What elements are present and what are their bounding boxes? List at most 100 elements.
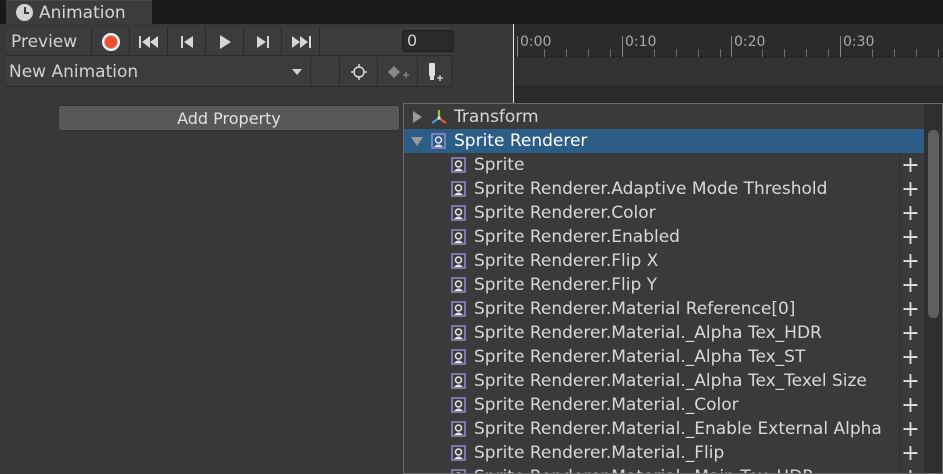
property-item-label: Sprite Renderer.Color — [474, 203, 656, 223]
property-item-label: Sprite Renderer.Material._Alpha Tex_HDR — [474, 323, 822, 343]
play-button[interactable] — [206, 27, 244, 56]
crosshair-icon — [350, 64, 367, 80]
sprite-renderer-icon — [431, 133, 446, 149]
add-property-item-button[interactable]: + — [899, 368, 921, 394]
sprite-renderer-icon — [451, 397, 466, 413]
add-property-dropdown: Transform Sprite Renderer Sprite + Sprite … — [403, 103, 943, 474]
add-property-item-button[interactable]: + — [899, 201, 921, 226]
property-item[interactable]: Sprite Renderer.Flip Y — [404, 273, 924, 297]
add-property-item-button[interactable]: + — [899, 296, 921, 322]
add-property-item-button[interactable]: + — [899, 248, 921, 274]
add-property-item-button[interactable]: + — [899, 224, 921, 250]
time-ruler[interactable]: 0:00 0:10 0:20 0:30 — [513, 24, 943, 57]
property-item[interactable]: Sprite Renderer.Material._Main Tex_HDR — [404, 465, 924, 473]
sprite-renderer-icon — [451, 253, 466, 269]
property-item[interactable]: Sprite — [404, 153, 924, 177]
dropdown-scrollbar[interactable] — [924, 104, 942, 473]
property-item[interactable]: Sprite Renderer.Adaptive Mode Threshold — [404, 177, 924, 201]
group-label: Sprite Renderer — [454, 131, 588, 151]
property-item[interactable]: Sprite Renderer.Material._Alpha Tex_HDR — [404, 321, 924, 345]
sprite-renderer-icon — [451, 301, 466, 317]
add-keyframe-button[interactable] — [378, 57, 418, 87]
property-item[interactable]: Sprite Renderer.Material._Flip — [404, 441, 924, 465]
plus-icon: + — [901, 152, 920, 178]
property-item-label: Sprite Renderer.Flip Y — [474, 275, 658, 295]
sprite-renderer-icon — [451, 421, 466, 437]
tick-label: 0:20 — [734, 34, 766, 50]
tab-animation[interactable]: Animation — [6, 0, 152, 24]
scrollbar-thumb[interactable] — [928, 130, 939, 318]
add-property-item-button[interactable]: + — [899, 440, 921, 466]
add-event-icon — [428, 63, 443, 81]
skip-to-start-icon — [138, 35, 158, 48]
add-property-item-button[interactable]: + — [899, 273, 921, 298]
transform-icon — [431, 110, 447, 124]
add-property-item-button[interactable]: + — [899, 176, 921, 202]
property-item[interactable]: Sprite Renderer.Material._Enable Externa… — [404, 417, 924, 441]
plus-icon: + — [901, 416, 920, 442]
property-item-label: Sprite Renderer.Material._Alpha Tex_Texe… — [474, 371, 867, 391]
property-item[interactable]: Sprite Renderer.Enabled — [404, 225, 924, 249]
add-property-button[interactable]: Add Property — [58, 105, 400, 131]
clip-options-button[interactable] — [312, 57, 340, 87]
sprite-renderer-icon — [451, 205, 466, 221]
property-item[interactable]: Sprite Renderer.Material Reference[0] — [404, 297, 924, 321]
add-property-item-button[interactable]: + — [899, 321, 921, 346]
property-item[interactable]: Sprite Renderer.Material._Alpha Tex_Texe… — [404, 369, 924, 393]
plus-icon: + — [901, 344, 920, 370]
sprite-renderer-icon — [451, 325, 466, 341]
playback-toolbar: Preview 0 — [6, 27, 454, 56]
property-item-label: Sprite Renderer.Enabled — [474, 227, 680, 247]
property-item[interactable]: Sprite Renderer.Flip X — [404, 249, 924, 273]
window-tab-bar: Animation — [0, 0, 943, 24]
add-property-item-button[interactable]: + — [899, 416, 921, 442]
tick-label: 0:30 — [843, 34, 875, 50]
collapse-arrow-icon[interactable] — [411, 136, 423, 146]
step-forward-icon — [256, 35, 269, 48]
add-property-item-button[interactable]: + — [899, 465, 921, 473]
sprite-renderer-icon — [451, 373, 466, 389]
previous-keyframe-button[interactable] — [168, 27, 206, 56]
property-item[interactable]: Sprite Renderer.Material._Alpha Tex_ST — [404, 345, 924, 369]
clip-dropdown[interactable]: New Animation — [6, 57, 311, 87]
sprite-renderer-icon — [451, 157, 466, 173]
frame-field[interactable]: 0 — [402, 30, 454, 52]
plus-icon: + — [901, 440, 920, 466]
group-label: Transform — [454, 107, 539, 127]
last-keyframe-button[interactable] — [282, 27, 320, 56]
plus-icon: + — [901, 296, 920, 322]
property-item-label: Sprite Renderer.Material Reference[0] — [474, 299, 796, 319]
group-transform[interactable]: Transform — [404, 105, 924, 129]
playhead[interactable] — [513, 24, 514, 104]
plus-icon: + — [901, 248, 920, 274]
preview-button[interactable]: Preview — [6, 27, 92, 56]
first-keyframe-button[interactable] — [130, 27, 168, 56]
expand-arrow-icon[interactable] — [413, 111, 422, 123]
plus-icon: + — [901, 224, 920, 250]
plus-icon: + — [901, 368, 920, 394]
property-item-label: Sprite Renderer.Adaptive Mode Threshold — [474, 179, 828, 199]
add-property-item-button[interactable]: + — [899, 344, 921, 370]
add-property-item-button[interactable]: + — [899, 393, 921, 418]
property-item-label: Sprite Renderer.Material._Alpha Tex_ST — [474, 347, 806, 367]
property-item[interactable]: Sprite Renderer.Material._Color — [404, 393, 924, 417]
property-item-label: Sprite Renderer.Material._Main Tex_HDR — [474, 467, 814, 473]
skip-to-end-icon — [291, 35, 311, 48]
property-item[interactable]: Sprite Renderer.Color — [404, 201, 924, 225]
next-keyframe-button[interactable] — [244, 27, 282, 56]
tab-animation-label: Animation — [39, 2, 126, 23]
sprite-renderer-icon — [451, 349, 466, 365]
add-event-button[interactable] — [418, 57, 452, 87]
property-item-label: Sprite — [474, 155, 525, 175]
plus-icon: + — [901, 176, 920, 202]
filter-by-selection-button[interactable] — [340, 57, 378, 87]
chevron-down-icon — [292, 69, 302, 75]
clock-icon — [16, 4, 33, 21]
group-sprite-renderer[interactable]: Sprite Renderer — [404, 129, 924, 153]
record-button[interactable] — [92, 27, 130, 56]
event-track[interactable] — [513, 58, 943, 87]
record-icon — [101, 32, 120, 51]
sprite-renderer-icon — [451, 445, 466, 461]
sprite-renderer-icon — [451, 229, 466, 245]
add-property-item-button[interactable]: + — [899, 152, 921, 178]
